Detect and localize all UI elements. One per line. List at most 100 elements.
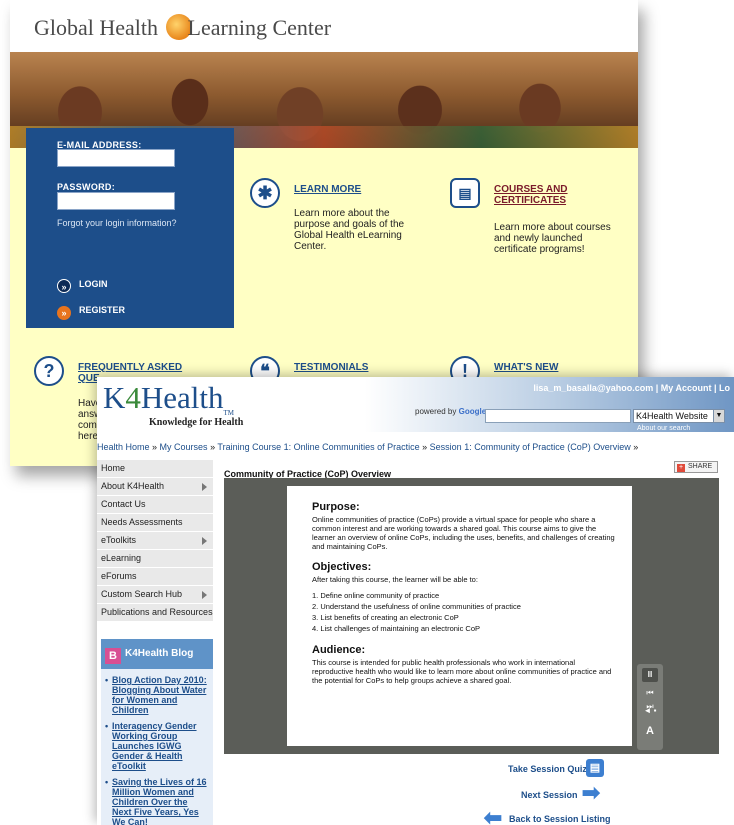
breadcrumb-separator: »: [207, 442, 218, 452]
logout-link[interactable]: Lo: [719, 383, 730, 393]
share-button[interactable]: + SHARE: [674, 461, 718, 473]
nav-item-label: Custom Search Hub: [101, 589, 183, 599]
search-scope-value: K4Health Website: [636, 411, 708, 421]
nav-item-home[interactable]: Home: [97, 460, 213, 478]
back-to-session-listing-link[interactable]: Back to Session Listing: [509, 814, 611, 824]
quiz-icon[interactable]: ▤: [586, 759, 604, 777]
submenu-arrow-icon: [202, 483, 207, 491]
nav-item-label: Publications and Resources: [101, 607, 213, 617]
objectives-list: 1. Define online community of practice 2…: [312, 590, 618, 634]
globe-icon[interactable]: ✱: [250, 178, 280, 208]
breadcrumb-course[interactable]: Training Course 1: Online Communities of…: [217, 442, 419, 452]
nav-item-eforums[interactable]: eForums: [97, 568, 213, 586]
submenu-arrow-icon: [202, 537, 207, 545]
learn-more-desc: Learn more about the purpose and goals o…: [294, 208, 405, 252]
login-panel: E-MAIL ADDRESS: PASSWORD: Forgot your lo…: [26, 128, 234, 328]
blog-post-link[interactable]: Interagency Gender Working Group Launche…: [105, 721, 209, 771]
volume-icon[interactable]: ◄ ▪: [642, 704, 658, 718]
nav-item-needs-assessments[interactable]: Needs Assessments: [97, 514, 213, 532]
skip-icon[interactable]: ⏮ ⏭: [642, 686, 658, 711]
register-button[interactable]: » REGISTER: [57, 305, 125, 320]
breadcrumb-separator: »: [630, 442, 639, 452]
blog-post-link[interactable]: Blog Action Day 2010: Blogging About Wat…: [105, 675, 209, 715]
audience-text: This course is intended for public healt…: [312, 658, 612, 685]
about-search-link[interactable]: About our search: [637, 425, 690, 432]
logo-four: 4: [125, 380, 141, 415]
nav-item-contact[interactable]: Contact Us: [97, 496, 213, 514]
chevron-right-icon: »: [57, 306, 71, 320]
submenu-arrow-icon: [202, 591, 207, 599]
nav-item-label: eLearning: [101, 553, 142, 563]
question-icon[interactable]: ?: [34, 356, 64, 386]
nav-item-publications[interactable]: Publications and Resources: [97, 604, 213, 622]
user-email-link[interactable]: lisa_m_basalla@yahoo.com: [533, 383, 653, 393]
objective-item: 1. Define online community of practice: [312, 591, 440, 600]
testimonials-link[interactable]: Testimonials: [294, 362, 368, 373]
left-nav: Home About K4Health Contact Us Needs Ass…: [97, 460, 213, 622]
breadcrumb-session[interactable]: Session 1: Community of Practice (CoP) O…: [430, 442, 631, 452]
arrow-right-icon[interactable]: ➡: [580, 782, 602, 804]
whats-new-link[interactable]: What's New: [494, 362, 558, 373]
presentation-player: Purpose: Online communities of practice …: [224, 478, 719, 754]
next-session-link[interactable]: Next Session: [521, 790, 578, 800]
purpose-heading: Purpose:: [312, 501, 360, 513]
powered-by-label: powered by: [415, 407, 457, 416]
my-account-link[interactable]: My Account: [661, 383, 712, 393]
breadcrumb-my-courses[interactable]: My Courses: [160, 442, 208, 452]
courses-certificates-link[interactable]: Courses and Certificates: [494, 184, 594, 206]
login-label: LOGIN: [79, 279, 108, 289]
nav-item-about[interactable]: About K4Health: [97, 478, 213, 496]
nav-item-label: About K4Health: [101, 481, 165, 491]
objective-item: 4. List challenges of maintaining an ele…: [312, 624, 481, 633]
google-logo: Google: [458, 407, 487, 416]
nav-item-custom-search-hub[interactable]: Custom Search Hub: [97, 586, 213, 604]
password-label: PASSWORD:: [57, 182, 116, 192]
nav-item-label: Contact Us: [101, 499, 146, 509]
search-scope-select[interactable]: K4Health Website ▼: [633, 409, 725, 423]
blog-post-link[interactable]: Saving the Lives of 16 Million Women and…: [105, 777, 209, 825]
adobe-logo-icon: A: [646, 725, 654, 737]
blog-post-list: Blog Action Day 2010: Blogging About Wat…: [101, 669, 213, 825]
tagline: Knowledge for Health: [149, 417, 244, 428]
logo-tm: TM: [223, 409, 235, 418]
blog-header[interactable]: B K4Health Blog: [101, 639, 213, 669]
blog-title: K4Health Blog: [125, 648, 194, 659]
nav-item-etoolkits[interactable]: eToolkits: [97, 532, 213, 550]
nav-item-label: eToolkits: [101, 535, 137, 545]
password-field[interactable]: [57, 192, 175, 210]
breadcrumb-separator: »: [149, 442, 160, 452]
presentation-slide: Purpose: Online communities of practice …: [287, 486, 632, 746]
nav-item-label: Needs Assessments: [101, 517, 183, 527]
elearning-brand[interactable]: Global Health Learning Center: [34, 14, 331, 41]
learn-more-link[interactable]: Learn More: [294, 184, 361, 195]
email-field[interactable]: [57, 149, 175, 167]
blog-widget: B K4Health Blog Blog Action Day 2010: Blo…: [101, 639, 213, 825]
certificate-icon[interactable]: ▤: [450, 178, 480, 208]
nav-item-label: eForums: [101, 571, 137, 581]
purpose-text: Online communities of practice (CoPs) pr…: [312, 515, 615, 551]
login-button[interactable]: » LOGIN: [57, 279, 108, 293]
courses-desc: Learn more about courses and newly launc…: [494, 222, 611, 255]
logo-health: Health: [140, 380, 224, 415]
logo-k: K: [103, 380, 126, 415]
take-session-quiz-link[interactable]: Take Session Quiz: [508, 764, 587, 774]
objective-item: 3. List benefits of creating an electron…: [312, 613, 459, 622]
chevron-down-icon[interactable]: ▼: [713, 410, 724, 422]
objectives-heading: Objectives:: [312, 561, 372, 573]
breadcrumb: Health Home » My Courses » Training Cour…: [97, 442, 638, 452]
user-links: lisa_m_basalla@yahoo.com | My Account | …: [533, 383, 730, 393]
arrow-left-icon[interactable]: ⬅: [482, 807, 504, 825]
breadcrumb-separator: »: [419, 442, 430, 452]
search-input[interactable]: [485, 409, 631, 423]
breadcrumb-home[interactable]: Health Home: [97, 442, 150, 452]
chevron-right-icon: »: [57, 279, 71, 293]
powered-by-google: powered by Google: [415, 407, 486, 416]
share-label: SHARE: [688, 463, 713, 470]
forgot-login-link[interactable]: Forgot your login information?: [57, 218, 177, 228]
brand-text-left: Global Health: [34, 15, 159, 40]
k4health-window: K4HealthTM Knowledge for Health lisa_m_b…: [97, 377, 734, 825]
nav-item-elearning[interactable]: eLearning: [97, 550, 213, 568]
objectives-intro: After taking this course, the learner wi…: [312, 575, 478, 584]
pause-icon[interactable]: II: [642, 668, 658, 682]
audience-heading: Audience:: [312, 644, 366, 656]
